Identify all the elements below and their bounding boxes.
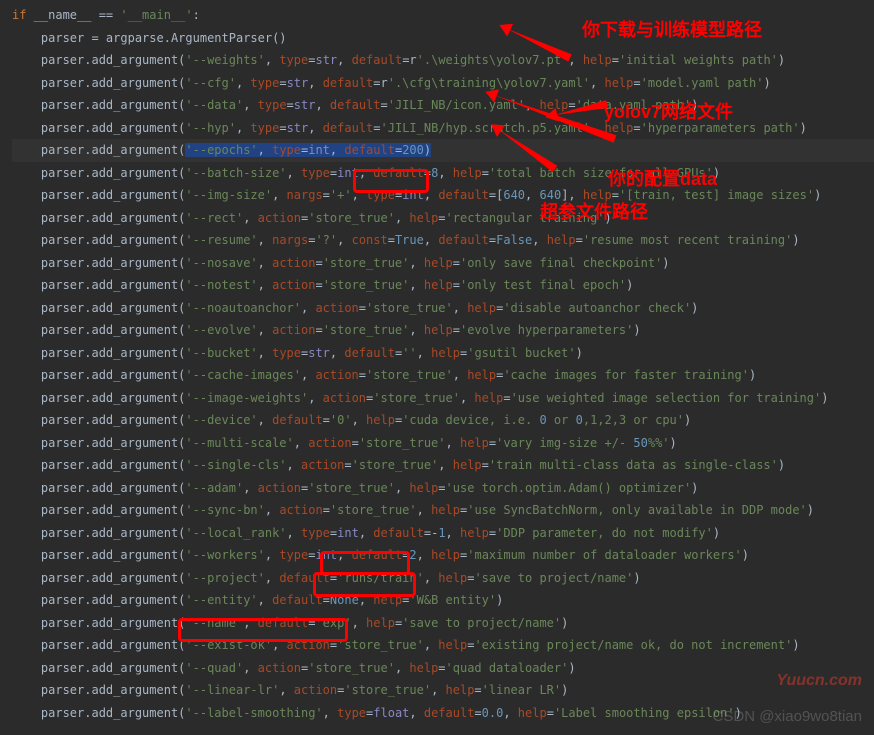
- code-editor[interactable]: if __name__ == '__main__': parser = argp…: [0, 0, 874, 724]
- watermark-csdn: CSDN @xiao9wo8tian: [713, 708, 862, 725]
- watermark-yuucn: Yuucn.com: [776, 672, 862, 690]
